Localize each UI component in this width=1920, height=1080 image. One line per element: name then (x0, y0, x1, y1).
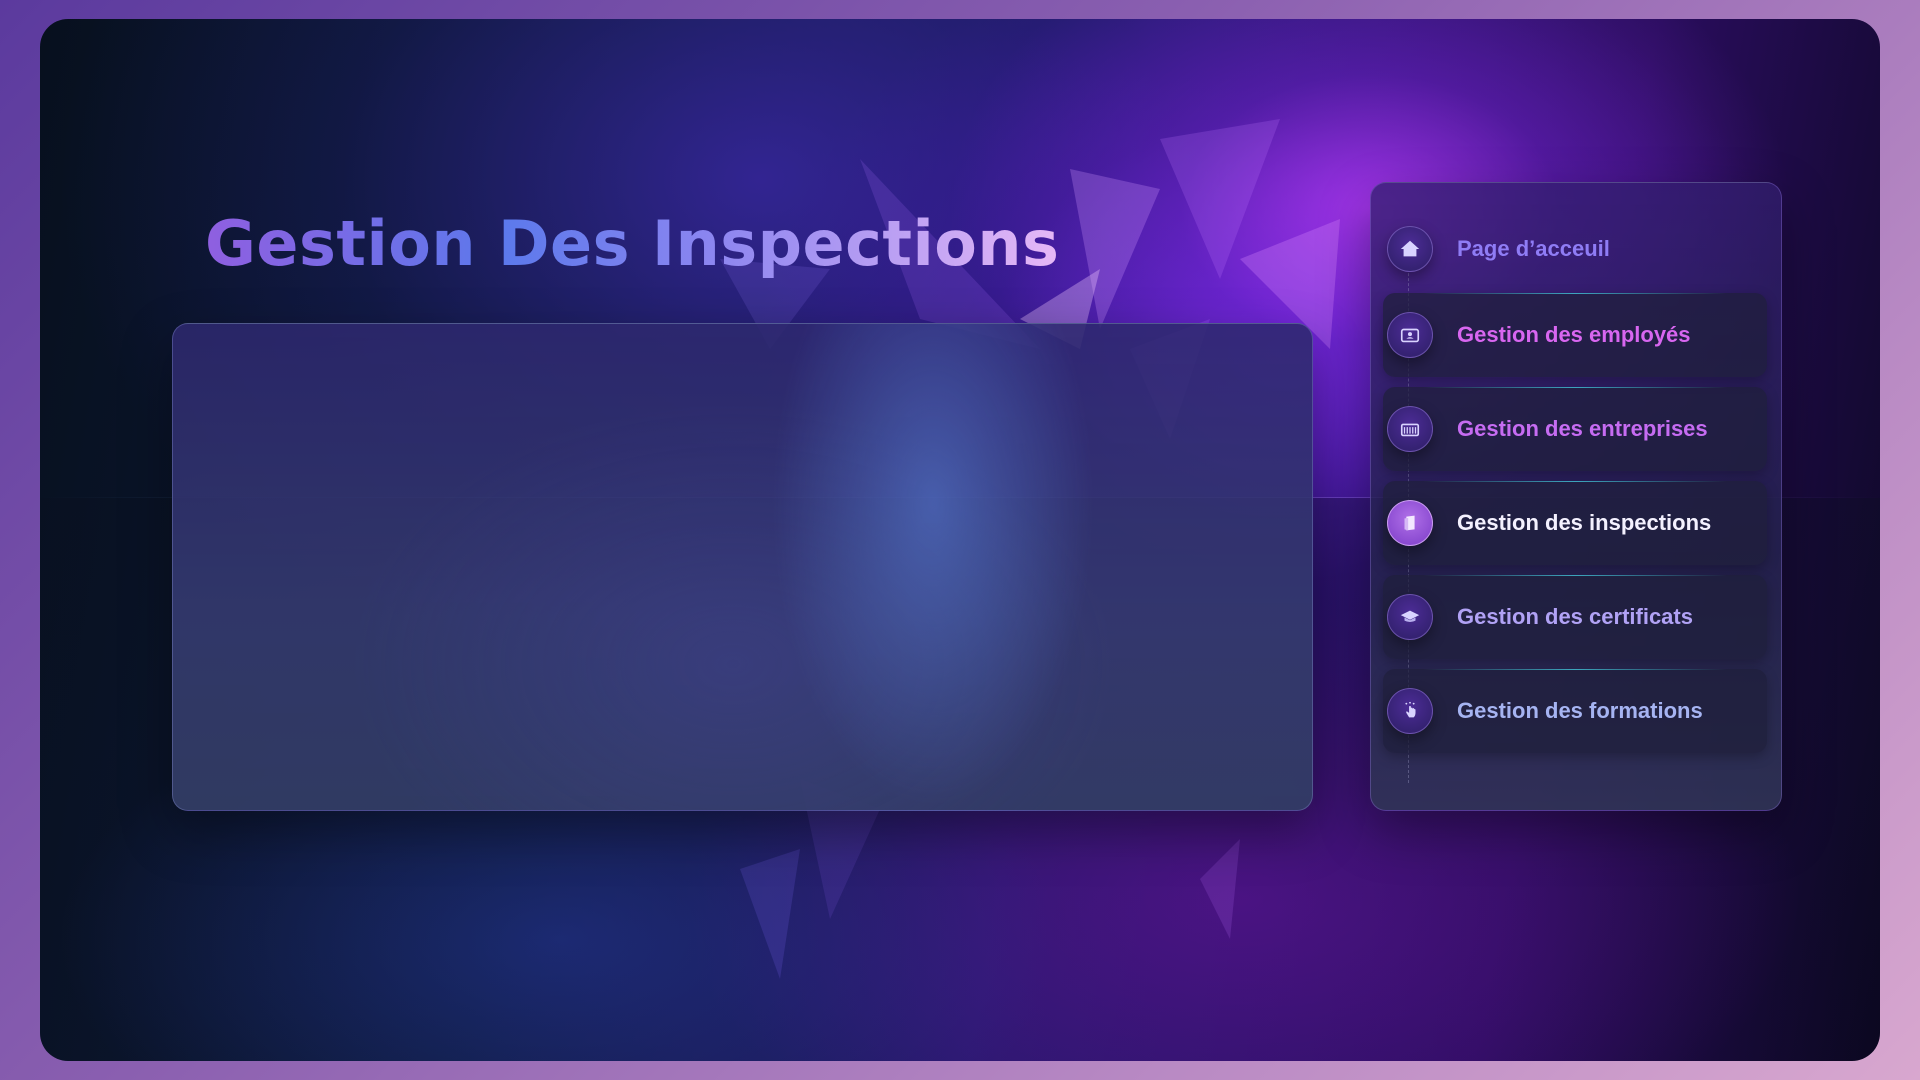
nav-item-employes[interactable]: Gestion des employés (1383, 293, 1767, 377)
content-panel (172, 323, 1313, 811)
nav-item-label: Gestion des inspections (1457, 510, 1712, 535)
nav-item-label: Page d’acceuil (1457, 236, 1610, 261)
nav-item-formations[interactable]: Gestion des formations (1383, 669, 1767, 753)
home-icon (1387, 226, 1433, 272)
clipboard-icon (1387, 500, 1433, 546)
id-card-icon (1387, 312, 1433, 358)
building-icon (1387, 406, 1433, 452)
nav-item-label: Gestion des formations (1457, 698, 1703, 723)
nav-item-label: Gestion des entreprises (1457, 416, 1708, 441)
app-window: Gestion Des Inspections Page d’acceuil G… (40, 19, 1880, 1061)
nav-item-label: Gestion des employés (1457, 322, 1691, 347)
nav-item-home[interactable]: Page d’acceuil (1383, 207, 1767, 291)
navigation-panel: Page d’acceuil Gestion des employés Gest… (1370, 182, 1782, 811)
nav-item-label: Gestion des certificats (1457, 604, 1693, 629)
page-title: Gestion Des Inspections (205, 207, 1060, 280)
pointer-hand-icon (1387, 688, 1433, 734)
nav-item-certificats[interactable]: Gestion des certificats (1383, 575, 1767, 659)
graduation-cap-icon (1387, 594, 1433, 640)
nav-item-inspections[interactable]: Gestion des inspections (1383, 481, 1767, 565)
nav-item-entreprises[interactable]: Gestion des entreprises (1383, 387, 1767, 471)
